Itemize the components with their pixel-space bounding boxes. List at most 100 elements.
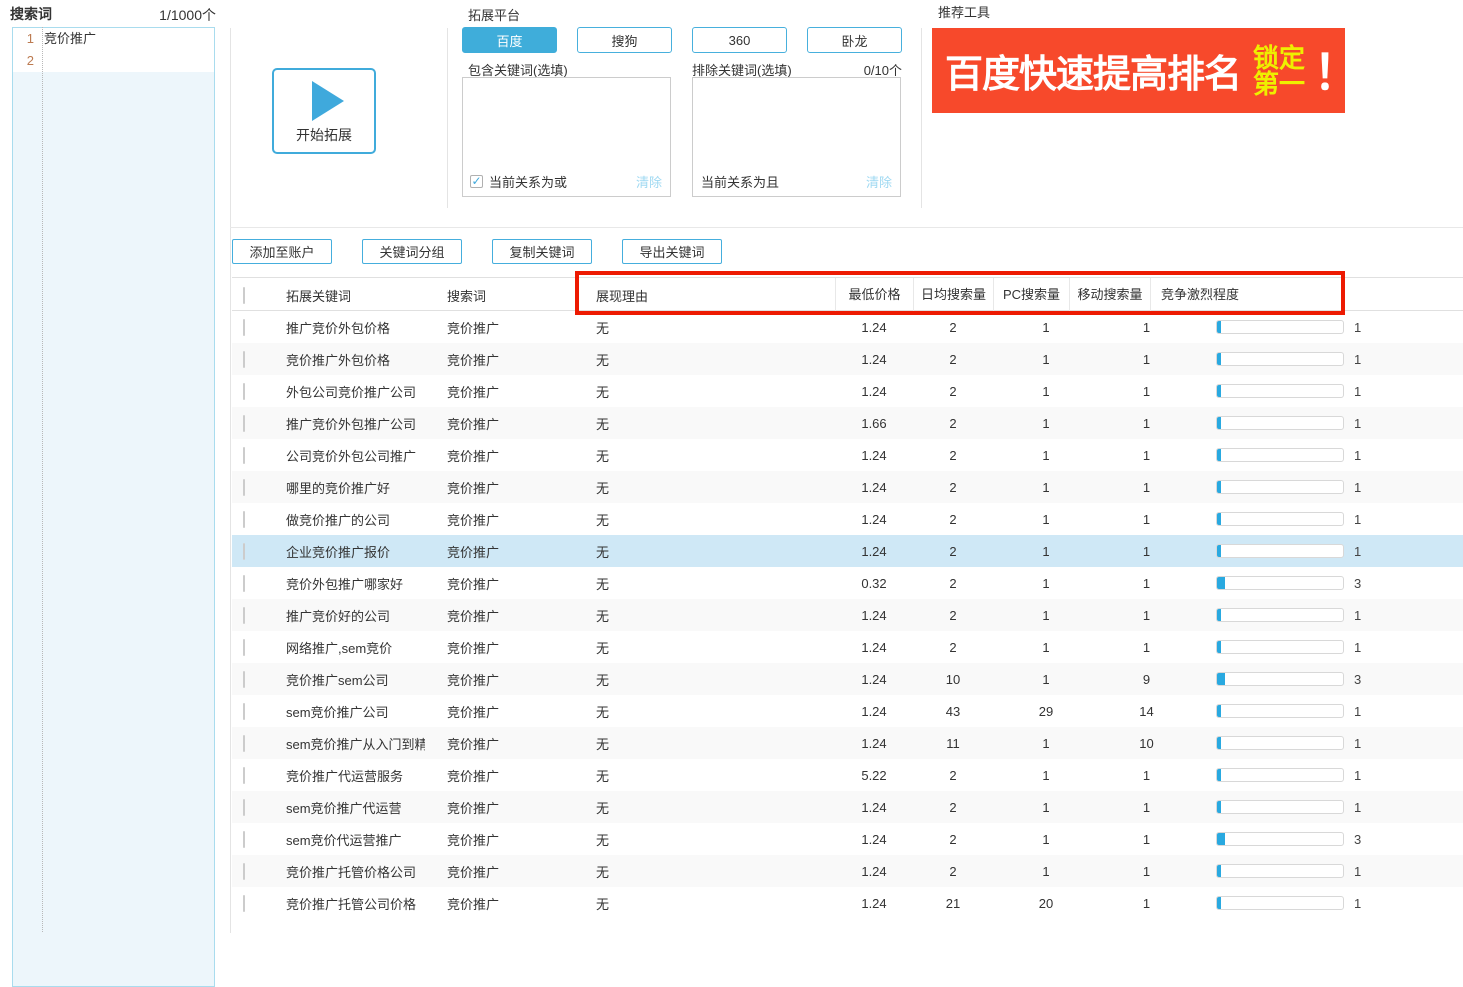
table-row[interactable]: sem竞价推广代运营竞价推广无1.242111 (232, 791, 1463, 823)
competition-bar (1216, 576, 1344, 590)
table-row[interactable]: sem竞价推广从入门到精通竞价推广无1.24111101 (232, 727, 1463, 759)
cell-daily-volume: 2 (913, 384, 993, 399)
cell-pc-volume: 1 (1008, 448, 1084, 463)
header-search-word: 搜索词 (425, 286, 578, 305)
table-row[interactable]: 推广竞价外包推广公司竞价推广无1.662111 (232, 407, 1463, 439)
include-clear-link[interactable]: 清除 (636, 172, 662, 191)
table-row[interactable]: 竞价推广sem公司竞价推广无1.2410193 (232, 663, 1463, 695)
table-row[interactable]: 网络推广,sem竞价竞价推广无1.242111 (232, 631, 1463, 663)
exclude-keywords-textarea[interactable]: 当前关系为且 清除 (692, 77, 901, 197)
search-words-count: 1/1000个 (110, 5, 216, 25)
export-keywords-button[interactable]: 导出关键词 (622, 239, 722, 264)
cell-display-reason: 无 (578, 766, 835, 785)
row-checkbox[interactable] (243, 799, 245, 816)
row-checkbox[interactable] (243, 479, 245, 496)
cell-mobile-volume: 1 (1106, 864, 1187, 879)
cell-expanded-keyword: 推广竞价外包推广公司 (264, 414, 425, 433)
row-checkbox[interactable] (243, 895, 245, 912)
table-row[interactable]: 外包公司竞价推广公司竞价推广无1.242111 (232, 375, 1463, 407)
competition-value: 3 (1354, 672, 1361, 687)
competition-bar (1216, 448, 1344, 462)
cell-display-reason: 无 (578, 862, 835, 881)
row-checkbox[interactable] (243, 831, 245, 848)
row-checkbox[interactable] (243, 543, 245, 560)
promo-banner[interactable]: 百度快速提高排名 锁定 第一 ！ (932, 28, 1345, 113)
cell-display-reason: 无 (578, 830, 835, 849)
platform-button-wolong[interactable]: 卧龙 (807, 27, 902, 53)
cell-mobile-volume: 1 (1106, 320, 1187, 335)
row-checkbox[interactable] (243, 703, 245, 720)
play-icon (312, 81, 344, 121)
start-expand-button[interactable]: 开始拓展 (272, 68, 376, 154)
cell-display-reason: 无 (578, 350, 835, 369)
row-checkbox[interactable] (243, 383, 245, 400)
cell-min-price: 1.24 (835, 832, 913, 847)
row-checkbox[interactable] (243, 735, 245, 752)
cell-display-reason: 无 (578, 606, 835, 625)
cell-expanded-keyword: sem竞价推广代运营 (264, 798, 425, 817)
cell-display-reason: 无 (578, 638, 835, 657)
table-row[interactable]: 竞价推广外包价格竞价推广无1.242111 (232, 343, 1463, 375)
row-checkbox[interactable] (243, 415, 245, 432)
table-row[interactable]: 推广竞价外包价格竞价推广无1.242111 (232, 311, 1463, 343)
row-checkbox[interactable] (243, 511, 245, 528)
row-checkbox[interactable] (243, 639, 245, 656)
promo-banner-exclaim: ！ (1313, 33, 1361, 103)
table-row[interactable]: 企业竞价推广报价竞价推广无1.242111 (232, 535, 1463, 567)
cell-expanded-keyword: 竞价推广外包价格 (264, 350, 425, 369)
cell-search-word: 竞价推广 (425, 446, 578, 465)
cell-search-word: 竞价推广 (425, 350, 578, 369)
competition-bar (1216, 320, 1344, 334)
competition-bar-fill (1217, 545, 1221, 557)
relation-or-checkbox[interactable]: ✓ (470, 175, 483, 188)
add-to-account-button[interactable]: 添加至账户 (232, 239, 332, 264)
table-row[interactable]: sem竞价推广公司竞价推广无1.244329141 (232, 695, 1463, 727)
competition-bar-fill (1217, 737, 1221, 749)
editor-lines: 1竞价推广2 (13, 28, 214, 72)
table-row[interactable]: 推广竞价好的公司竞价推广无1.242111 (232, 599, 1463, 631)
cell-daily-volume: 2 (913, 864, 993, 879)
include-keywords-textarea[interactable]: ✓ 当前关系为或 清除 (462, 77, 671, 197)
table-row[interactable]: 竞价推广代运营服务竞价推广无5.222111 (232, 759, 1463, 791)
cell-display-reason: 无 (578, 734, 835, 753)
cell-search-word: 竞价推广 (425, 510, 578, 529)
row-checkbox[interactable] (243, 863, 245, 880)
select-all-checkbox[interactable] (243, 287, 245, 304)
competition-bar (1216, 544, 1344, 558)
exclude-clear-link[interactable]: 清除 (866, 172, 892, 191)
row-checkbox[interactable] (243, 671, 245, 688)
row-checkbox[interactable] (243, 351, 245, 368)
table-row[interactable]: 哪里的竞价推广好竞价推广无1.242111 (232, 471, 1463, 503)
row-checkbox[interactable] (243, 767, 245, 784)
competition-bar-fill (1217, 769, 1221, 781)
table-row[interactable]: 公司竞价外包公司推广竞价推广无1.242111 (232, 439, 1463, 471)
table-row[interactable]: sem竞价代运营推广竞价推广无1.242113 (232, 823, 1463, 855)
keyword-group-button[interactable]: 关键词分组 (362, 239, 462, 264)
platform-button-baidu[interactable]: 百度 (462, 27, 557, 53)
platform-button-360[interactable]: 360 (692, 27, 787, 53)
line-text[interactable]: 竞价推广 (39, 28, 96, 50)
platform-button-sogou[interactable]: 搜狗 (577, 27, 672, 53)
cell-daily-volume: 2 (913, 544, 993, 559)
cell-daily-volume: 11 (913, 736, 993, 751)
table-row[interactable]: 竞价推广托管公司价格竞价推广无1.24212011 (232, 887, 1463, 919)
row-checkbox[interactable] (243, 447, 245, 464)
row-checkbox[interactable] (243, 607, 245, 624)
row-checkbox[interactable] (243, 319, 245, 336)
row-checkbox[interactable] (243, 575, 245, 592)
table-row[interactable]: 竞价外包推广哪家好竞价推广无0.322113 (232, 567, 1463, 599)
table-row[interactable]: 竞价推广托管价格公司竞价推广无1.242111 (232, 855, 1463, 887)
competition-value: 1 (1354, 704, 1361, 719)
competition-value: 1 (1354, 352, 1361, 367)
cell-pc-volume: 1 (1008, 480, 1084, 495)
cell-min-price: 5.22 (835, 768, 913, 783)
table-row[interactable]: 做竞价推广的公司竞价推广无1.242111 (232, 503, 1463, 535)
divider-vertical-start (447, 28, 448, 208)
competition-value: 1 (1354, 768, 1361, 783)
cell-search-word: 竞价推广 (425, 318, 578, 337)
competition-bar-fill (1217, 417, 1221, 429)
cell-pc-volume: 1 (1008, 512, 1084, 527)
competition-value: 1 (1354, 512, 1361, 527)
table-header-row: 拓展关键词 搜索词 展现理由 最低价格 日均搜索量 PC搜索量 移动搜索量 竞争… (232, 277, 1463, 311)
copy-keywords-button[interactable]: 复制关键词 (492, 239, 592, 264)
